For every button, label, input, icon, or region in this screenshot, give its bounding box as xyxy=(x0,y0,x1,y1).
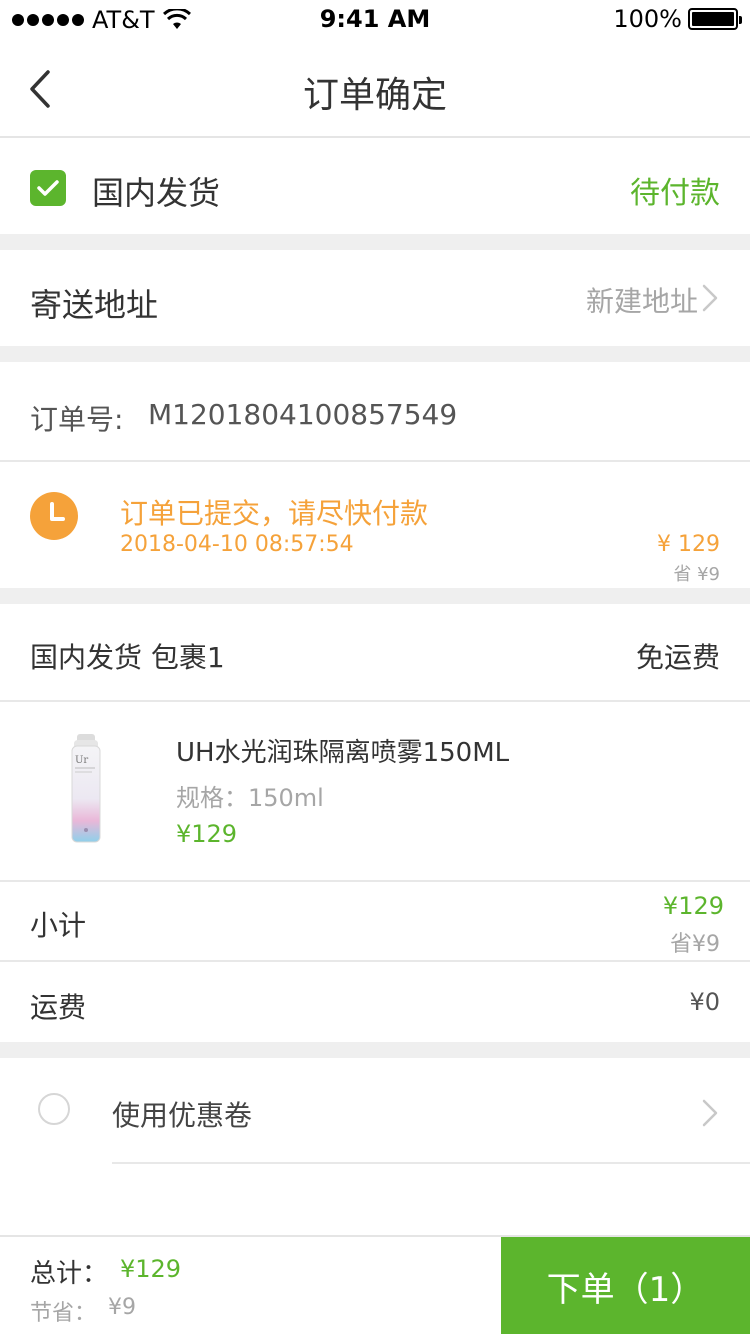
notice-price: ¥ 129 xyxy=(657,532,720,557)
subtotal-saved: 省¥9 xyxy=(670,932,720,957)
saved-value: ¥9 xyxy=(108,1295,136,1320)
total-label: 总计： xyxy=(30,1259,109,1289)
product-item[interactable]: Ur UH水光润珠隔离喷雾150ML 规格：150ml ¥129 xyxy=(0,702,750,880)
subtotal-value: ¥129 xyxy=(662,892,724,920)
order-number-row: 订单号: M1201804100857549 xyxy=(0,362,750,460)
address-label: 寄送地址 xyxy=(30,286,159,324)
shipping-fee-badge: 免运费 xyxy=(635,641,720,674)
clock-icon xyxy=(30,492,78,540)
order-number: M1201804100857549 xyxy=(148,398,458,431)
notice-message: 订单已提交，请尽快付款 xyxy=(120,497,429,530)
product-image: Ur xyxy=(71,734,101,843)
product-name: UH水光润珠隔离喷雾150ML xyxy=(176,738,510,768)
product-spec: 规格：150ml xyxy=(176,784,324,812)
order-status-badge: 待付款 xyxy=(630,176,720,211)
freight-row: 运费 ¥0 xyxy=(0,962,750,1042)
subtotal-row: 小计 ¥129 省¥9 xyxy=(0,882,750,960)
package-row: 国内发货 包裹1 免运费 xyxy=(0,604,750,700)
battery-percent: 100% xyxy=(613,5,682,33)
section-divider xyxy=(0,346,750,362)
checkout-bar: 总计： ¥129 节省： ¥9 下单（1） xyxy=(0,1235,750,1334)
svg-text:Ur: Ur xyxy=(75,755,88,766)
section-divider xyxy=(0,1042,750,1058)
chevron-right-icon xyxy=(702,284,718,312)
coupon-label: 使用优惠卷 xyxy=(112,1099,253,1132)
freight-value: ¥0 xyxy=(689,988,720,1016)
nav-bar: 订单确定 xyxy=(0,40,750,138)
subtotal-label: 小计 xyxy=(30,909,87,942)
coupon-row[interactable]: 使用优惠卷 xyxy=(0,1058,750,1164)
total-value: ¥129 xyxy=(120,1255,182,1283)
section-divider xyxy=(0,588,750,604)
check-icon xyxy=(37,180,59,196)
notice-datetime: 2018-04-10 08:57:54 xyxy=(120,532,354,557)
payment-notice-row: 订单已提交，请尽快付款 2018-04-10 08:57:54 ¥ 129 省 … xyxy=(0,462,750,588)
status-bar: AT&T 9:41 AM 100% xyxy=(0,0,750,40)
saved-label: 节省： xyxy=(30,1301,97,1326)
package-label: 国内发货 包裹1 xyxy=(30,641,225,674)
order-number-label: 订单号: xyxy=(30,403,124,436)
shipping-checkbox[interactable] xyxy=(30,170,66,206)
product-price: ¥129 xyxy=(176,820,238,848)
battery-icon xyxy=(688,8,742,30)
shipping-label: 国内发货 xyxy=(92,174,221,212)
freight-label: 运费 xyxy=(30,991,87,1024)
chevron-right-icon xyxy=(702,1099,718,1127)
new-address-link[interactable]: 新建地址 xyxy=(586,280,698,320)
address-row[interactable]: 寄送地址 新建地址 xyxy=(0,250,750,346)
status-right: 100% xyxy=(613,5,742,33)
divider xyxy=(112,1162,750,1164)
page-title: 订单确定 xyxy=(302,75,447,116)
notice-saved: 省 ¥9 xyxy=(673,564,720,585)
coupon-radio[interactable] xyxy=(38,1093,70,1125)
place-order-button[interactable]: 下单（1） xyxy=(501,1237,750,1334)
section-divider xyxy=(0,234,750,250)
shipping-row: 国内发货 待付款 xyxy=(0,140,750,234)
